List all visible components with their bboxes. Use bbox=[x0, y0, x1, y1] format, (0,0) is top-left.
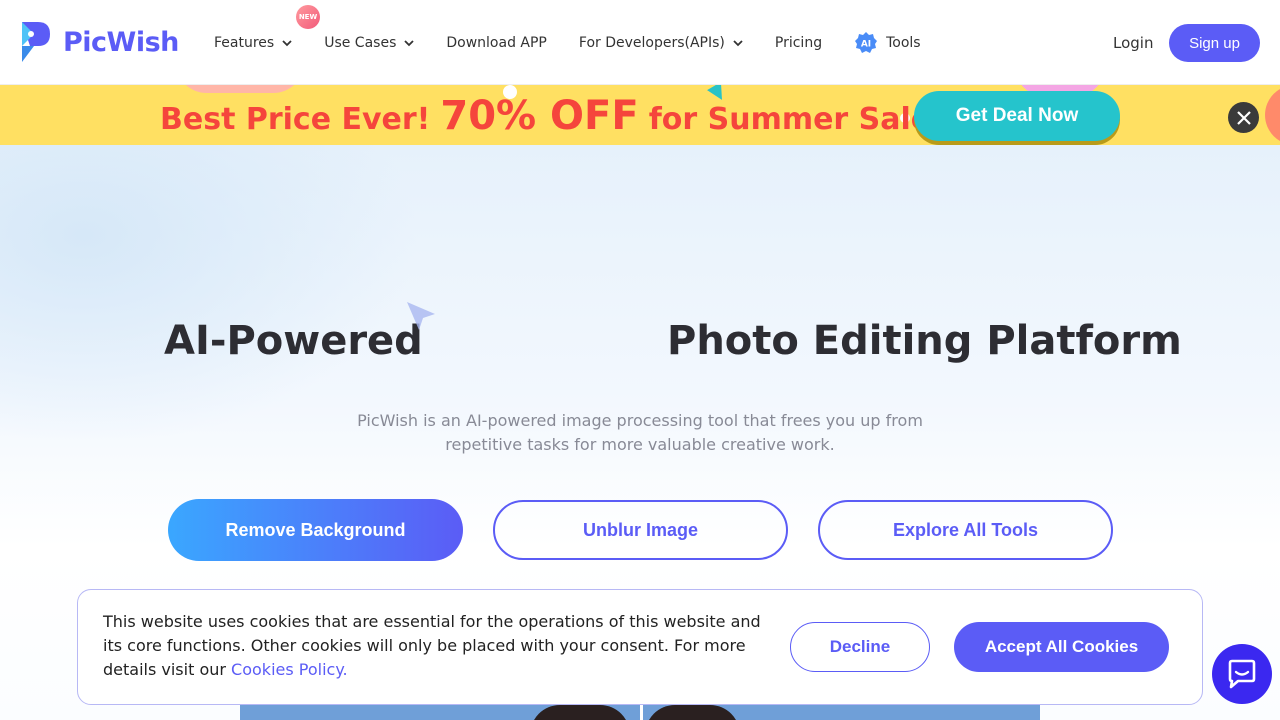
logo[interactable]: PicWish bbox=[20, 20, 179, 64]
ai-icon-text: AI bbox=[861, 39, 871, 49]
close-icon bbox=[1236, 110, 1251, 125]
ai-icon: AI bbox=[855, 31, 878, 53]
nav-tools-label: Tools bbox=[886, 34, 921, 51]
site-header: PicWish Features NEW Use Cases Download … bbox=[0, 0, 1280, 85]
hero-subtitle-line2: repetitive tasks for more valuable creat… bbox=[445, 435, 835, 454]
preview-subject bbox=[645, 705, 740, 720]
hero-title-right: Photo Editing Platform bbox=[667, 318, 1182, 364]
signup-button[interactable]: Sign up bbox=[1169, 24, 1260, 62]
chat-button[interactable] bbox=[1212, 644, 1272, 704]
preview-subject bbox=[530, 705, 630, 720]
remove-background-button[interactable]: Remove Background bbox=[168, 499, 463, 561]
nav-download-app-label: Download APP bbox=[446, 34, 547, 51]
promo-text: Best Price Ever! 70% OFF for Summer Sale bbox=[160, 93, 931, 139]
nav-use-cases[interactable]: Use Cases bbox=[324, 34, 415, 51]
chevron-down-icon bbox=[404, 39, 415, 46]
unblur-image-button[interactable]: Unblur Image bbox=[493, 500, 788, 560]
cursor-icon bbox=[407, 302, 435, 330]
picwish-logo-icon bbox=[22, 22, 50, 62]
hero-subtitle: PicWish is an AI-powered image processin… bbox=[340, 409, 940, 457]
hero-subtitle-line1: PicWish is an AI-powered image processin… bbox=[357, 411, 923, 430]
nav-developers-label: For Developers(APIs) bbox=[578, 34, 725, 51]
compare-slider-handle[interactable] bbox=[640, 705, 643, 720]
explore-all-tools-button[interactable]: Explore All Tools bbox=[818, 500, 1113, 560]
decline-cookies-button[interactable]: Decline bbox=[790, 622, 930, 672]
hero-title-left: AI-Powered bbox=[164, 318, 423, 364]
main-nav: Features NEW Use Cases Download APP For … bbox=[214, 0, 953, 85]
new-badge: NEW bbox=[296, 4, 320, 29]
chat-icon bbox=[1228, 659, 1256, 689]
accept-cookies-button[interactable]: Accept All Cookies bbox=[954, 622, 1169, 672]
nav-pricing-label: Pricing bbox=[774, 34, 823, 51]
chevron-down-icon bbox=[733, 39, 743, 46]
nav-pricing[interactable]: Pricing bbox=[775, 35, 822, 51]
chevron-down-icon bbox=[282, 39, 292, 46]
promo-decoration bbox=[175, 85, 305, 93]
nav-features[interactable]: Features NEW bbox=[214, 4, 320, 51]
nav-use-cases-label: Use Cases bbox=[324, 34, 397, 51]
cookie-text: This website uses cookies that are essen… bbox=[103, 610, 783, 682]
nav-developers[interactable]: For Developers(APIs) bbox=[579, 35, 743, 51]
promo-text-a: Best Price Ever! bbox=[160, 102, 431, 137]
promo-discount: 70% OFF bbox=[440, 93, 639, 139]
hero-preview-image bbox=[240, 705, 1040, 720]
cookies-policy-link[interactable]: Cookies Policy. bbox=[231, 660, 348, 679]
promo-text-c: for Summer Sale bbox=[648, 102, 932, 137]
promo-decoration bbox=[1265, 85, 1280, 145]
nav-features-label: Features bbox=[214, 34, 275, 51]
close-promo-button[interactable] bbox=[1228, 102, 1259, 133]
hero-glow bbox=[0, 145, 420, 445]
get-deal-button[interactable]: Get Deal Now bbox=[914, 91, 1120, 141]
nav-download-app[interactable]: Download APP bbox=[446, 35, 547, 51]
cookie-message: This website uses cookies that are essen… bbox=[103, 612, 761, 679]
nav-tools[interactable]: AI Tools bbox=[854, 31, 921, 55]
cookie-banner: This website uses cookies that are essen… bbox=[77, 589, 1203, 705]
login-link[interactable]: Login bbox=[1113, 34, 1153, 52]
brand-name: PicWish bbox=[63, 26, 179, 58]
